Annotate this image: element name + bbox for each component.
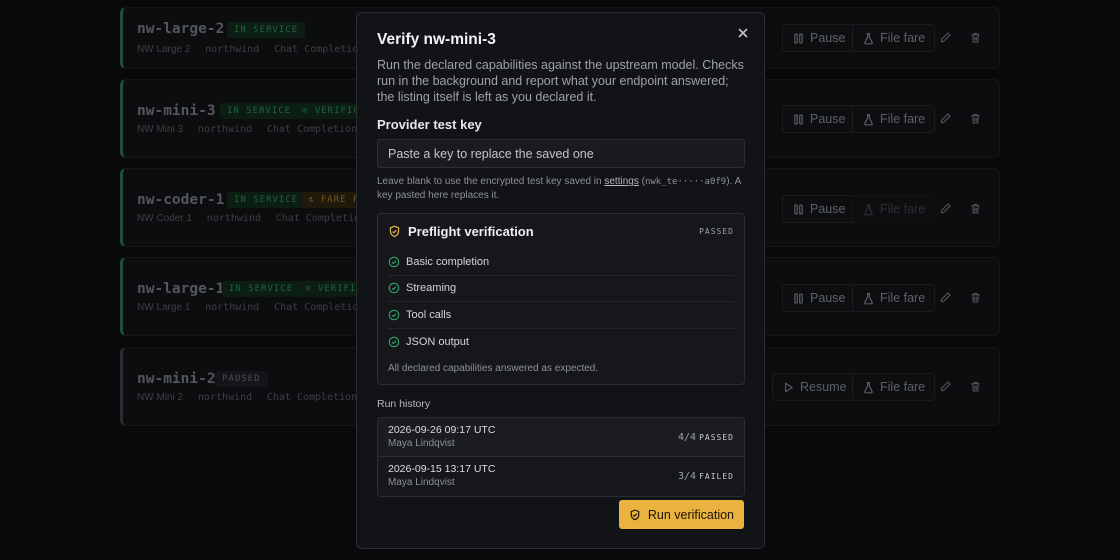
provider-key-input[interactable] xyxy=(377,139,745,168)
run-score: 3/4 xyxy=(677,471,696,482)
shield-icon xyxy=(389,225,400,238)
check-circle-icon xyxy=(388,282,400,294)
capability-checks: Basic completion Streaming Tool calls JS… xyxy=(388,249,734,355)
run-verification-label: Run verification xyxy=(647,507,734,522)
run-history-row[interactable]: 2026-09-15 13:17 UTC Maya Lindqvist 3/4 … xyxy=(378,457,744,496)
preflight-header: Preflight verification xyxy=(388,224,734,239)
run-status: FAILED xyxy=(699,472,734,481)
dialog-description: Run the declared capabilities against th… xyxy=(377,58,744,104)
preflight-title: Preflight verification xyxy=(408,224,534,239)
close-icon[interactable] xyxy=(736,26,750,40)
key-help-text: Leave blank to use the encrypted test ke… xyxy=(377,175,744,202)
preflight-note: All declared capabilities answered as ex… xyxy=(388,363,599,374)
check-item: Streaming xyxy=(388,276,734,302)
verify-dialog: Verify nw-mini-3 Run the declared capabi… xyxy=(356,12,765,549)
preflight-panel: Preflight verification PASSED Basic comp… xyxy=(377,213,745,385)
check-label: JSON output xyxy=(406,335,469,348)
run-history-row[interactable]: 2026-09-26 09:17 UTC Maya Lindqvist 4/4 … xyxy=(378,418,744,457)
run-history-list: 2026-09-26 09:17 UTC Maya Lindqvist 4/4 … xyxy=(377,417,745,497)
check-circle-icon xyxy=(388,256,400,268)
dialog-title: Verify nw-mini-3 xyxy=(377,31,496,48)
check-label: Tool calls xyxy=(406,308,452,321)
check-circle-icon xyxy=(388,309,400,321)
check-circle-icon xyxy=(388,336,400,348)
run-status: PASSED xyxy=(699,433,734,442)
check-label: Streaming xyxy=(406,282,457,295)
run-history-label: Run history xyxy=(377,398,431,410)
check-label: Basic completion xyxy=(406,255,490,268)
run-score: 4/4 xyxy=(677,432,696,443)
check-item: JSON output xyxy=(388,329,734,356)
run-verification-button[interactable]: Run verification xyxy=(618,500,744,529)
key-label: Provider test key xyxy=(377,117,482,132)
saved-key-hint: nwk_te·····a0f9 xyxy=(644,177,727,187)
preflight-status: PASSED xyxy=(699,227,734,236)
settings-link[interactable]: settings xyxy=(604,176,638,187)
check-item: Tool calls xyxy=(388,302,734,329)
shield-icon xyxy=(630,508,640,520)
check-item: Basic completion xyxy=(388,249,734,276)
help-text-start: Leave blank to use the encrypted test ke… xyxy=(377,176,605,187)
